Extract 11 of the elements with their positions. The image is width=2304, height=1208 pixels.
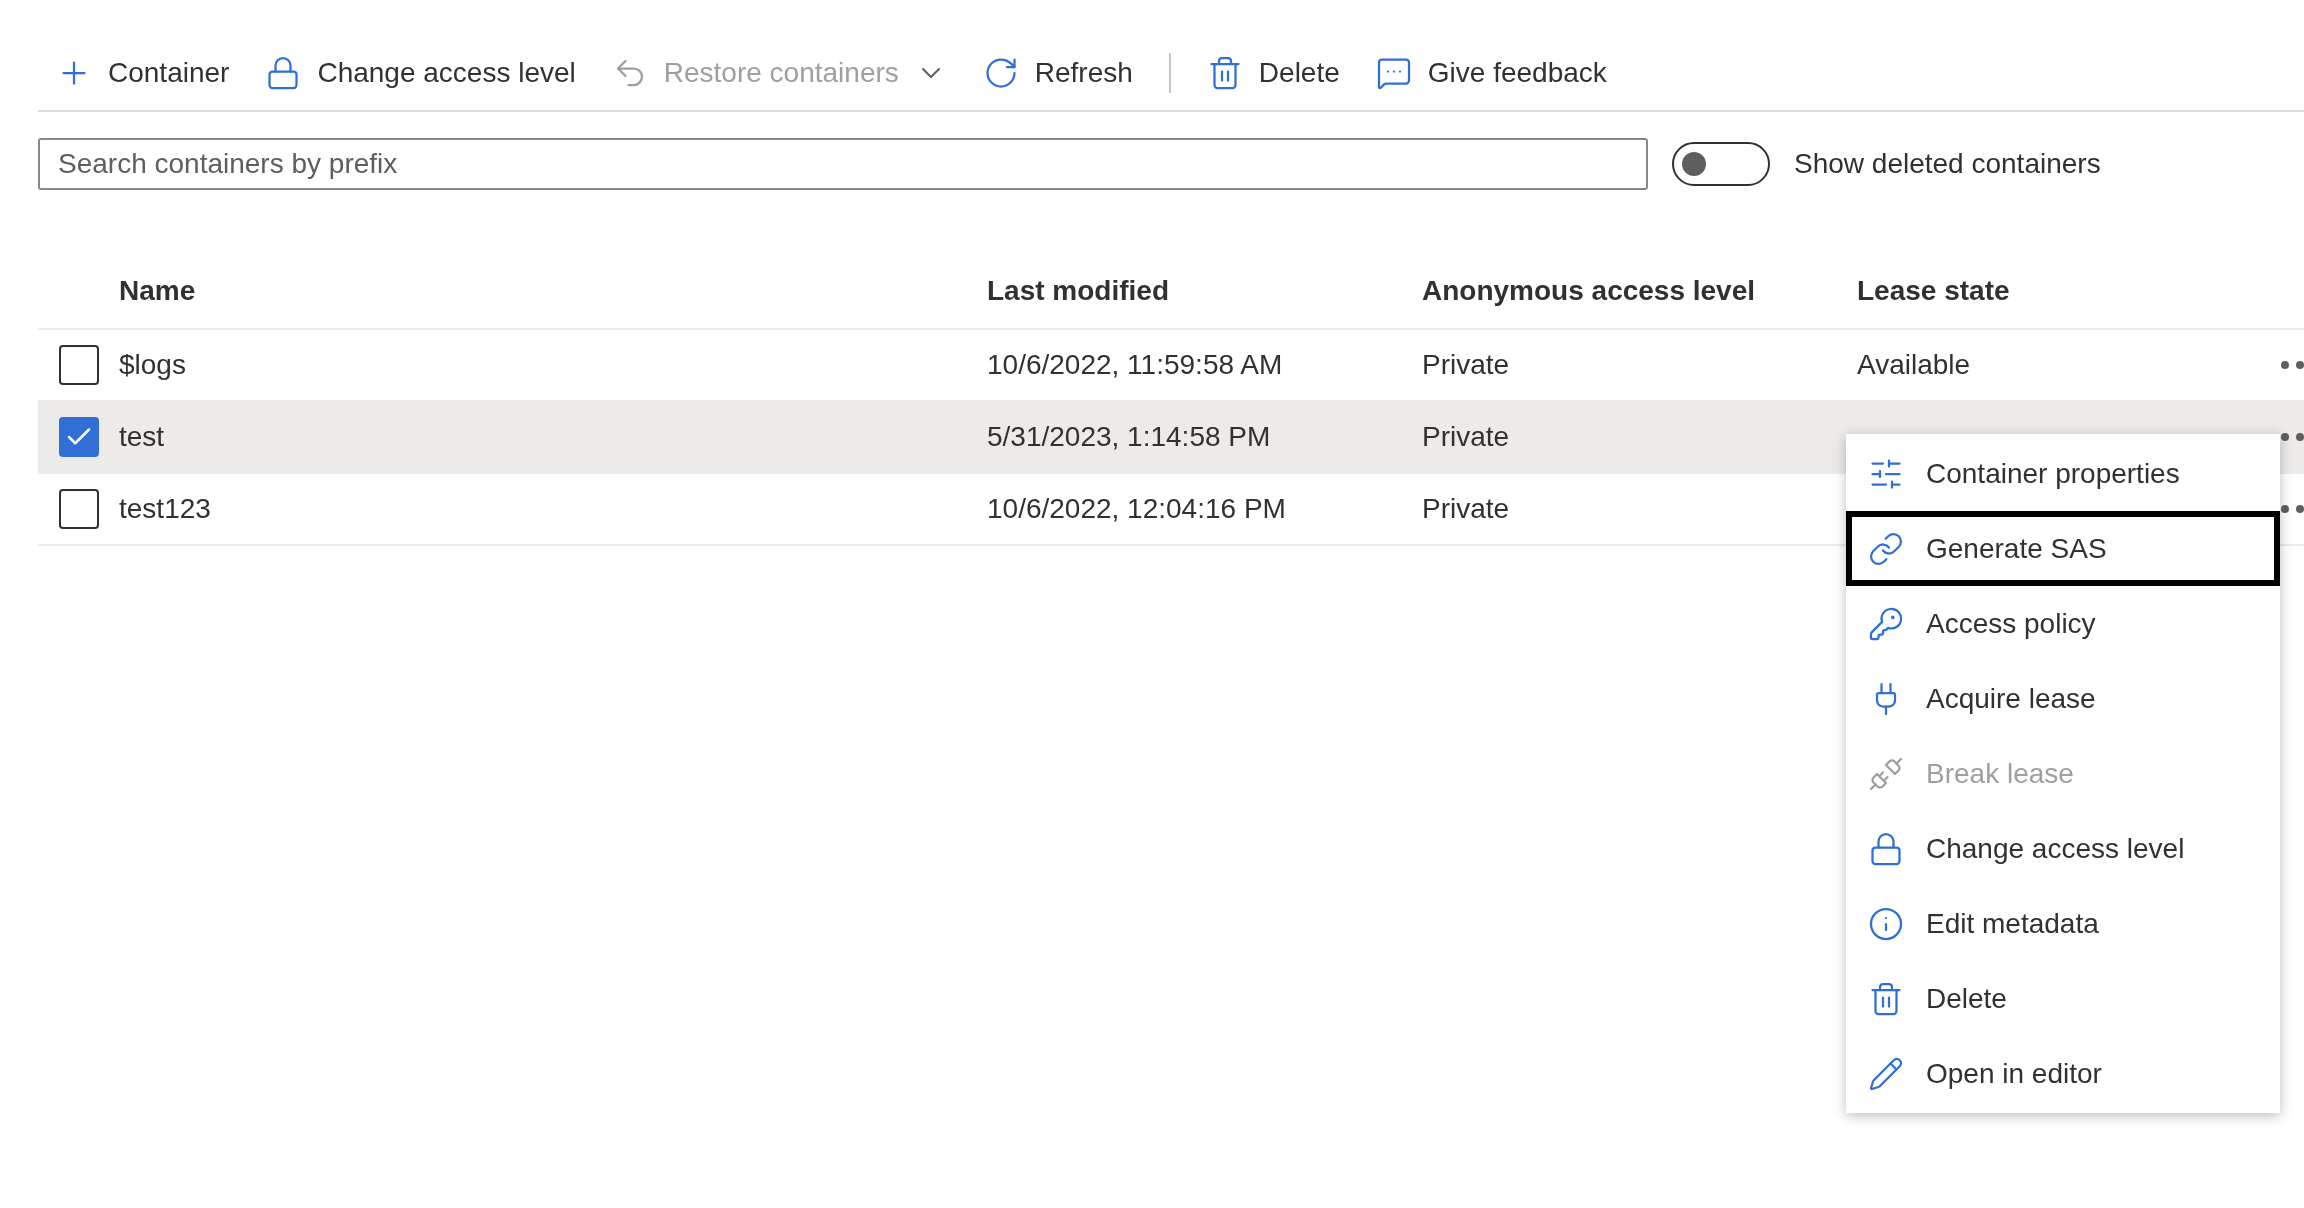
table-cell: $logs	[119, 349, 186, 380]
table-cell: 5/31/2023, 1:14:58 PM	[987, 421, 1271, 452]
table-cell: Private	[1422, 421, 1510, 452]
table-cell: Private	[1422, 493, 1510, 524]
table-cell: Available	[1857, 349, 1971, 380]
table-cell: 10/6/2022, 11:59:58 AM	[987, 349, 1283, 380]
table-cell: Private	[1422, 349, 1510, 380]
table-cell: test	[119, 421, 165, 452]
toggle-label: Show deleted containers	[1794, 147, 2101, 181]
table-cell: 10/6/2022, 12:04:16 PM	[987, 493, 1286, 524]
table-cell: test123	[119, 493, 211, 524]
